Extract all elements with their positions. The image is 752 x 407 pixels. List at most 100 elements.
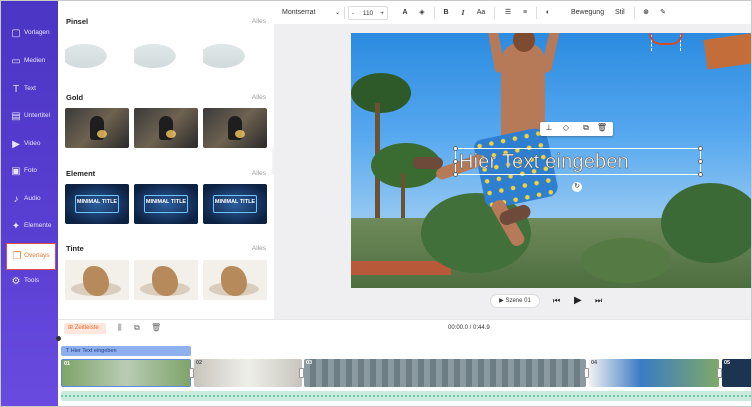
text-toolbar: Montserrat ⌄ - 110 + A ◈ B I Aa ☰ ≡ ◐ Be… xyxy=(274,1,751,25)
bold-button[interactable]: B xyxy=(440,6,452,20)
opacity-icon: ◐ xyxy=(545,9,551,16)
split-icon[interactable]: ⫼ xyxy=(118,323,122,333)
video-editor-app: ▢ Vorlagen ▭ Medien T Text ▤ Untertitel … xyxy=(0,0,752,407)
decrease-size-button[interactable]: - xyxy=(352,7,354,21)
rotate-icon[interactable]: ↻ xyxy=(572,182,582,192)
video-icon: ▶ xyxy=(12,139,20,150)
timeline: ⊞ Zeitleiste ⫼ ⧉ 🗑 00:00.0 / 0:44.9 T Hi… xyxy=(56,319,751,406)
sidebar-item-label: Tools xyxy=(24,277,40,284)
font-size-stepper[interactable]: - 110 + xyxy=(348,6,388,20)
font-family-select[interactable]: Montserrat ⌄ xyxy=(282,6,342,20)
align-icon[interactable]: ⊥ xyxy=(543,123,555,132)
layers-icon[interactable]: ◇ xyxy=(560,123,572,132)
photo-icon: ▣ xyxy=(11,166,21,177)
video-clip[interactable]: 05 xyxy=(722,359,751,387)
see-all-link[interactable]: Alles xyxy=(252,94,266,101)
overlay-thumbnail[interactable] xyxy=(134,260,198,300)
text-track-clip[interactable]: T Hier Text eingeben xyxy=(61,346,191,356)
trash-icon[interactable]: 🗑 xyxy=(596,123,608,132)
timeline-toggle-button[interactable]: ⊞ Zeitleiste xyxy=(64,323,106,334)
element-floating-toolbar: ⊥ ◇ ⧉ 🗑 xyxy=(540,122,613,136)
overlay-thumbnail[interactable] xyxy=(65,108,129,148)
template-icon: ▢ xyxy=(11,28,21,39)
chevron-down-icon: ⌄ xyxy=(334,10,340,16)
palm-tree xyxy=(351,73,411,113)
tree xyxy=(581,238,671,283)
clip-number: 05 xyxy=(724,360,731,366)
overlay-thumbnail[interactable] xyxy=(65,32,129,72)
overlay-thumbnail[interactable]: MINIMAL TITLE xyxy=(134,184,198,224)
play-icon[interactable]: ▶ xyxy=(574,294,582,308)
sidebar-item-label: Foto xyxy=(24,167,38,174)
audio-track[interactable] xyxy=(61,391,751,401)
overlay-thumbnail[interactable] xyxy=(203,108,267,148)
resize-handle[interactable] xyxy=(698,159,703,164)
sidebar-item-label: Medien xyxy=(24,57,46,64)
duplicate-icon[interactable]: ⧉ xyxy=(580,123,592,133)
scene-selector[interactable]: ▶ Szene 01 xyxy=(490,294,540,308)
align-button[interactable]: ☰ xyxy=(502,6,514,20)
elements-icon: ✦ xyxy=(11,221,21,232)
trash-icon[interactable]: 🗑 xyxy=(151,323,161,332)
resize-handle[interactable] xyxy=(698,146,703,151)
video-clip[interactable]: 02 xyxy=(194,359,302,387)
skip-forward-icon[interactable]: ⏭ xyxy=(595,294,602,308)
increase-size-button[interactable]: + xyxy=(380,7,384,21)
sidebar-item-label: Video xyxy=(24,140,41,147)
font-size-value[interactable]: 110 xyxy=(363,10,373,17)
duplicate-icon[interactable]: ⧉ xyxy=(134,323,140,333)
overlay-thumbnail[interactable] xyxy=(65,260,129,300)
overlay-thumbnail[interactable]: MINIMAL TITLE xyxy=(203,184,267,224)
see-all-link[interactable]: Alles xyxy=(252,170,266,177)
audio-waveform xyxy=(61,395,751,397)
resize-handle[interactable] xyxy=(453,172,458,177)
resize-handle[interactable] xyxy=(698,172,703,177)
resize-handle[interactable] xyxy=(453,146,458,151)
overlay-thumbnail[interactable] xyxy=(203,260,267,300)
sidebar-item-label: Text xyxy=(24,85,36,92)
overlay-thumbnail[interactable] xyxy=(203,32,267,72)
sidebar-item-audio[interactable]: ♪ Audio xyxy=(1,187,58,214)
playhead[interactable] xyxy=(56,336,61,341)
text-color-button[interactable]: A xyxy=(399,6,411,20)
sidebar-item-photo[interactable]: ▣ Foto xyxy=(1,159,58,186)
sidebar-item-elements[interactable]: ✦ Elemente xyxy=(1,214,58,241)
resize-handle[interactable] xyxy=(453,159,458,164)
text-case-button[interactable]: Aa xyxy=(474,6,488,20)
sidebar-item-tools[interactable]: ⚙ Tools xyxy=(1,269,58,296)
category-title: Element xyxy=(66,169,96,178)
italic-button[interactable]: I xyxy=(457,6,469,20)
style-button[interactable]: Stil xyxy=(615,6,625,20)
effects-button[interactable]: ⊚ xyxy=(640,6,652,20)
sidebar-item-video[interactable]: ▶ Video xyxy=(1,132,58,159)
category-title: Pinsel xyxy=(66,17,89,26)
animation-button[interactable]: Bewegung xyxy=(571,6,604,20)
highlight-button[interactable]: ◈ xyxy=(416,6,428,20)
see-all-link[interactable]: Alles xyxy=(252,18,266,25)
see-all-link[interactable]: Alles xyxy=(252,245,266,252)
overlay-thumbnail[interactable]: MINIMAL TITLE xyxy=(65,184,129,224)
text-color-icon: A xyxy=(402,9,408,16)
media-icon: ▭ xyxy=(11,56,21,67)
toolbar-divider xyxy=(536,7,537,19)
video-clip[interactable]: 01 xyxy=(61,359,191,387)
toolbar-divider xyxy=(434,7,435,19)
text-overlay[interactable]: Hier Text eingeben xyxy=(459,151,629,174)
list-button[interactable]: ≡ xyxy=(519,6,531,20)
opacity-button[interactable]: ◐ xyxy=(542,6,554,20)
timecode: 00:00.0 / 0:44.9 xyxy=(448,325,490,331)
sidebar-item-overlays[interactable]: ❐ Overlays xyxy=(6,243,56,270)
edit-button[interactable]: ✎ xyxy=(657,6,669,20)
sidebar-item-label: Untertitel xyxy=(24,112,51,119)
video-clip[interactable]: 04 xyxy=(589,359,719,387)
overlay-thumbnail[interactable] xyxy=(134,108,198,148)
video-preview[interactable]: ⊥ ◇ ⧉ 🗑 Hier Text eingeben ↻ xyxy=(351,33,751,288)
sidebar-item-subtitles[interactable]: ▤ Untertitel xyxy=(1,104,58,131)
overlay-thumbnail[interactable] xyxy=(134,32,198,72)
skip-back-icon[interactable]: ⏮ xyxy=(553,294,560,308)
sidebar-item-text[interactable]: T Text xyxy=(1,77,58,104)
sidebar-item-templates[interactable]: ▢ Vorlagen xyxy=(1,21,58,48)
video-clip[interactable]: 03 xyxy=(304,359,586,387)
sidebar-item-media[interactable]: ▭ Medien xyxy=(1,49,58,76)
timeline-label: Zeitleiste xyxy=(74,325,99,331)
